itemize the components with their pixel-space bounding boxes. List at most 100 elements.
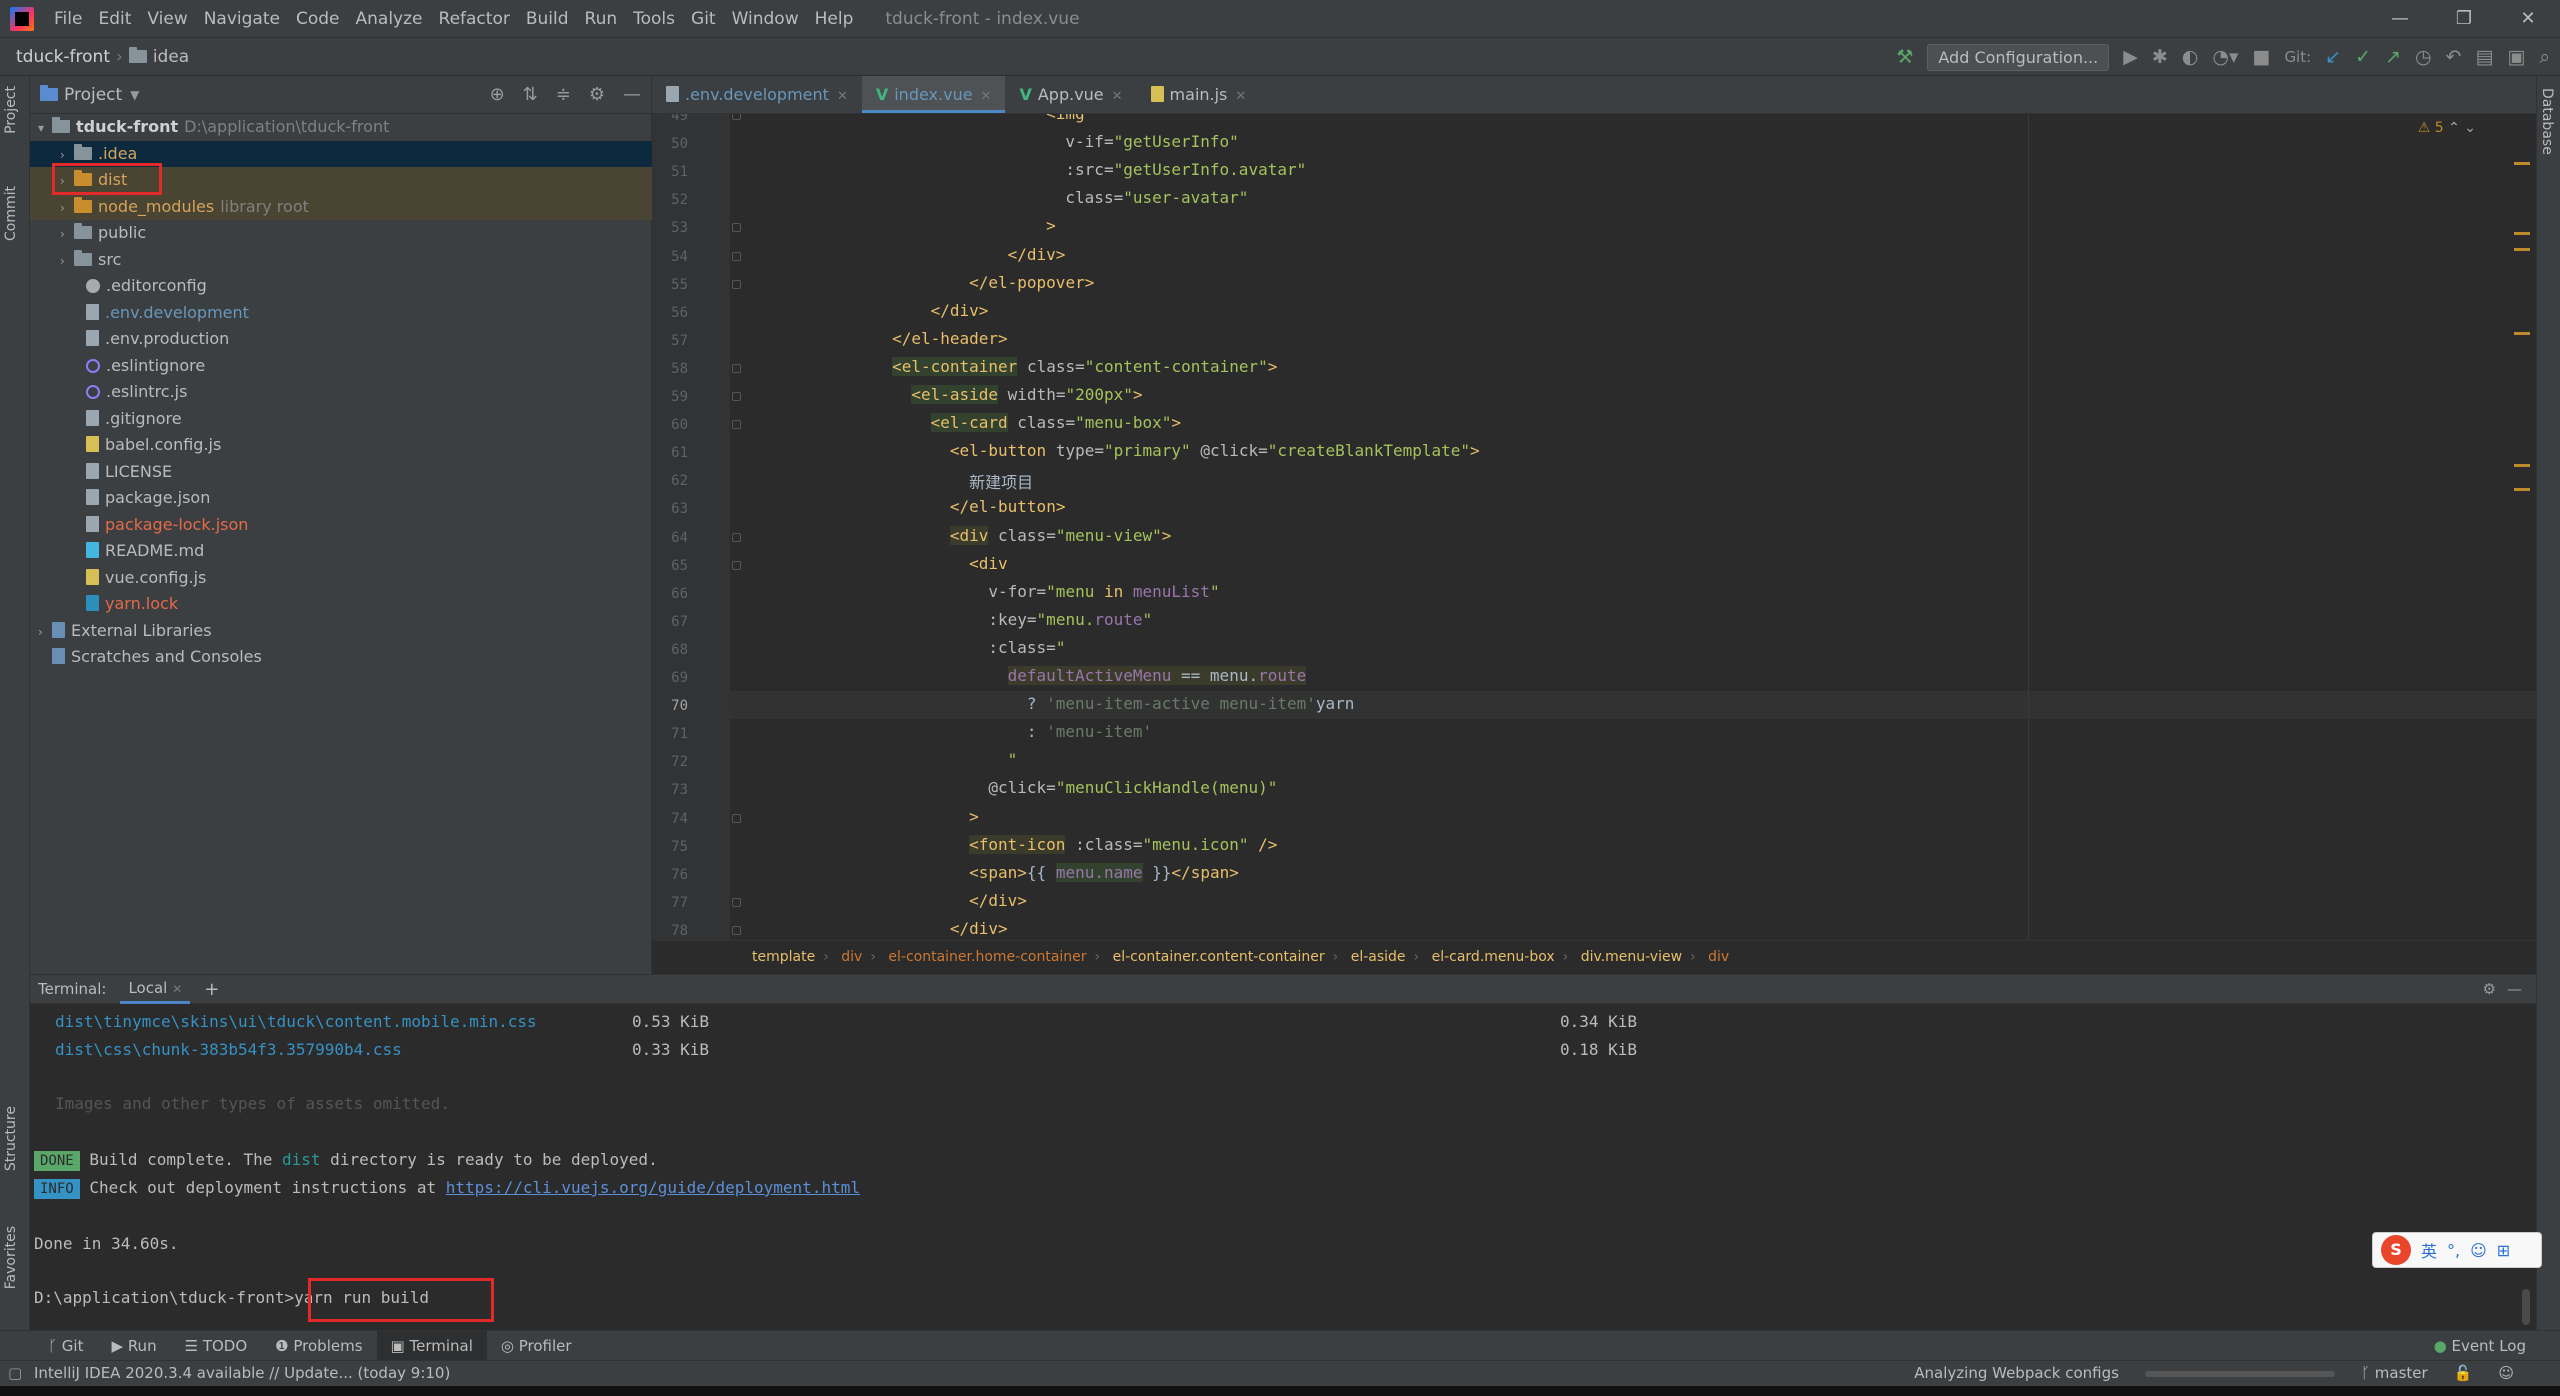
build-hammer-icon[interactable]: ⚒ [1896, 46, 1913, 68]
gear-icon[interactable]: ⚙ [2483, 980, 2496, 998]
tree-item-env-development[interactable]: .env.development [30, 300, 652, 327]
tree-item-public[interactable]: › public [30, 220, 652, 247]
stop-icon[interactable]: ■ [2252, 46, 2270, 68]
tool-tab-terminal[interactable]: ▣ Terminal [376, 1330, 487, 1361]
menu-help[interactable]: Help [807, 9, 862, 29]
tool-tab-profiler[interactable]: ◎ Profiler [487, 1331, 586, 1361]
collapse-all-icon[interactable]: ≑ [556, 84, 571, 105]
debug-icon[interactable]: ✱ [2152, 46, 2168, 68]
menu-analyze[interactable]: Analyze [348, 9, 431, 29]
status-toggle-icon[interactable]: ▢ [8, 1361, 22, 1386]
tree-root[interactable]: ▾ tduck-front D:\application\tduck-front [30, 114, 652, 141]
tab-main-js[interactable]: main.js ✕ [1137, 76, 1261, 113]
tool-tab-run[interactable]: ▶ Run [97, 1331, 170, 1361]
fold-marker-icon[interactable] [732, 532, 741, 542]
tree-item-yarn-lock[interactable]: yarn.lock [30, 591, 652, 618]
crumb-menu-box[interactable]: el-card.menu-box [1432, 949, 1555, 965]
tree-item-license[interactable]: LICENSE [30, 459, 652, 486]
git-branch[interactable]: ᚴ master [2361, 1361, 2428, 1386]
gear-icon[interactable]: ⚙ [589, 84, 605, 105]
fold-marker-icon[interactable] [732, 813, 741, 823]
search-icon[interactable]: ⌕ [2539, 46, 2550, 68]
crumb-div-last[interactable]: div [1708, 949, 1729, 965]
tree-item-babel-config[interactable]: babel.config.js [30, 432, 652, 459]
git-rollback-icon[interactable]: ↶ [2446, 46, 2462, 68]
fold-marker-icon[interactable] [732, 114, 741, 120]
close-icon[interactable]: ✕ [172, 982, 182, 996]
tree-item-package-json[interactable]: package.json [30, 485, 652, 512]
terminal-scrollbar[interactable] [2522, 1289, 2530, 1325]
hide-icon[interactable]: — [623, 84, 641, 105]
fold-marker-icon[interactable] [732, 925, 741, 935]
tree-item-readme[interactable]: README.md [30, 538, 652, 565]
tool-tab-problems[interactable]: ❶ Problems [261, 1331, 376, 1361]
restore-icon[interactable]: ❐ [2432, 0, 2496, 38]
lock-icon[interactable]: 🔓 [2454, 1361, 2473, 1386]
menu-view[interactable]: View [139, 9, 195, 29]
menu-code[interactable]: Code [288, 9, 348, 29]
tree-item-src[interactable]: › src [30, 247, 652, 274]
fold-marker-icon[interactable] [732, 223, 741, 233]
fold-marker-icon[interactable] [732, 560, 741, 570]
menu-edit[interactable]: Edit [90, 9, 139, 29]
git-push-icon[interactable]: ↗ [2385, 46, 2401, 68]
tab-index-vue[interactable]: Vindex.vue ✕ [861, 76, 1006, 113]
fold-marker-icon[interactable] [732, 392, 741, 401]
git-commit-icon[interactable]: ✓ [2355, 46, 2371, 68]
tree-item-eslintrc[interactable]: .eslintrc.js [30, 379, 652, 406]
nav-project[interactable]: tduck-front [16, 47, 110, 67]
tool-tab-structure[interactable]: Structure [3, 1106, 19, 1171]
menu-build[interactable]: Build [518, 9, 577, 29]
event-log-button[interactable]: ● Event Log [2434, 1331, 2526, 1361]
close-icon[interactable]: ✕ [1112, 89, 1123, 104]
ime-toolbar[interactable]: S 英 °, ☺ ⊞ [2372, 1232, 2542, 1268]
menu-window[interactable]: Window [724, 9, 807, 29]
nav-folder[interactable]: idea [153, 47, 189, 67]
run-icon[interactable]: ▶ [2123, 46, 2138, 68]
git-history-icon[interactable]: ◷ [2415, 46, 2432, 68]
tree-item-gitignore[interactable]: .gitignore [30, 406, 652, 433]
emoji-icon[interactable]: ☺ [2470, 1241, 2487, 1260]
punctuation-icon[interactable]: °, [2447, 1241, 2460, 1260]
ime-language[interactable]: 英 [2421, 1238, 2437, 1262]
tool-tab-git[interactable]: ᚴ Git [34, 1331, 97, 1361]
chevron-right-icon[interactable]: › [60, 195, 74, 222]
close-icon[interactable]: ✕ [981, 89, 992, 104]
fold-marker-icon[interactable] [732, 251, 741, 261]
crumb-content-container[interactable]: el-container.content-container [1113, 949, 1325, 965]
fold-marker-icon[interactable] [732, 420, 741, 430]
project-structure-icon[interactable]: ▤ [2475, 46, 2493, 68]
menu-git[interactable]: Git [683, 9, 724, 29]
tree-item-vue-config[interactable]: vue.config.js [30, 565, 652, 592]
crumb-div[interactable]: div [841, 949, 862, 965]
tree-item-env-production[interactable]: .env.production [30, 326, 652, 353]
coverage-icon[interactable]: ◐ [2182, 46, 2199, 68]
update-notice[interactable]: IntelliJ IDEA 2020.3.4 available // Upda… [34, 1361, 450, 1386]
crumb-el-aside[interactable]: el-aside [1351, 949, 1406, 965]
tab-app-vue[interactable]: V App.vue ✕ [1005, 76, 1136, 113]
menu-file[interactable]: File [46, 9, 90, 29]
chevron-down-icon[interactable]: ▼ [130, 88, 139, 102]
crumb-menu-view[interactable]: div.menu-view [1581, 949, 1682, 965]
menu-run[interactable]: Run [577, 9, 626, 29]
chevron-right-icon[interactable]: › [60, 248, 74, 275]
chevron-right-icon[interactable]: › [60, 221, 74, 248]
crumb-template[interactable]: template [752, 949, 815, 965]
close-icon[interactable]: ✕ [1235, 89, 1246, 104]
tool-tab-commit[interactable]: Commit [3, 186, 19, 241]
menu-navigate[interactable]: Navigate [196, 9, 288, 29]
terminal-output[interactable]: dist\tinymce\skins\ui\tduck\content.mobi… [30, 1004, 2536, 1330]
tree-item-external-libraries[interactable]: › External Libraries [30, 618, 652, 645]
keyboard-icon[interactable]: ⊞ [2497, 1241, 2510, 1260]
tab-env-development[interactable]: .env.development ✕ [652, 76, 862, 113]
tree-item-editorconfig[interactable]: .editorconfig [30, 273, 652, 300]
hide-icon[interactable]: — [2507, 980, 2522, 998]
fold-marker-icon[interactable] [732, 363, 741, 373]
add-configuration-button[interactable]: Add Configuration... [1927, 43, 2110, 71]
locate-icon[interactable]: ⊕ [490, 84, 505, 105]
inspector-icon[interactable]: ☺ [2498, 1361, 2514, 1386]
tree-item-node-modules[interactable]: › node_modules library root [30, 193, 652, 222]
chevron-right-icon[interactable]: › [38, 619, 52, 646]
tree-item-package-lock[interactable]: package-lock.json [30, 512, 652, 539]
warning-indicator[interactable]: ⚠ 5 ⌃ ⌄ [2418, 120, 2476, 136]
